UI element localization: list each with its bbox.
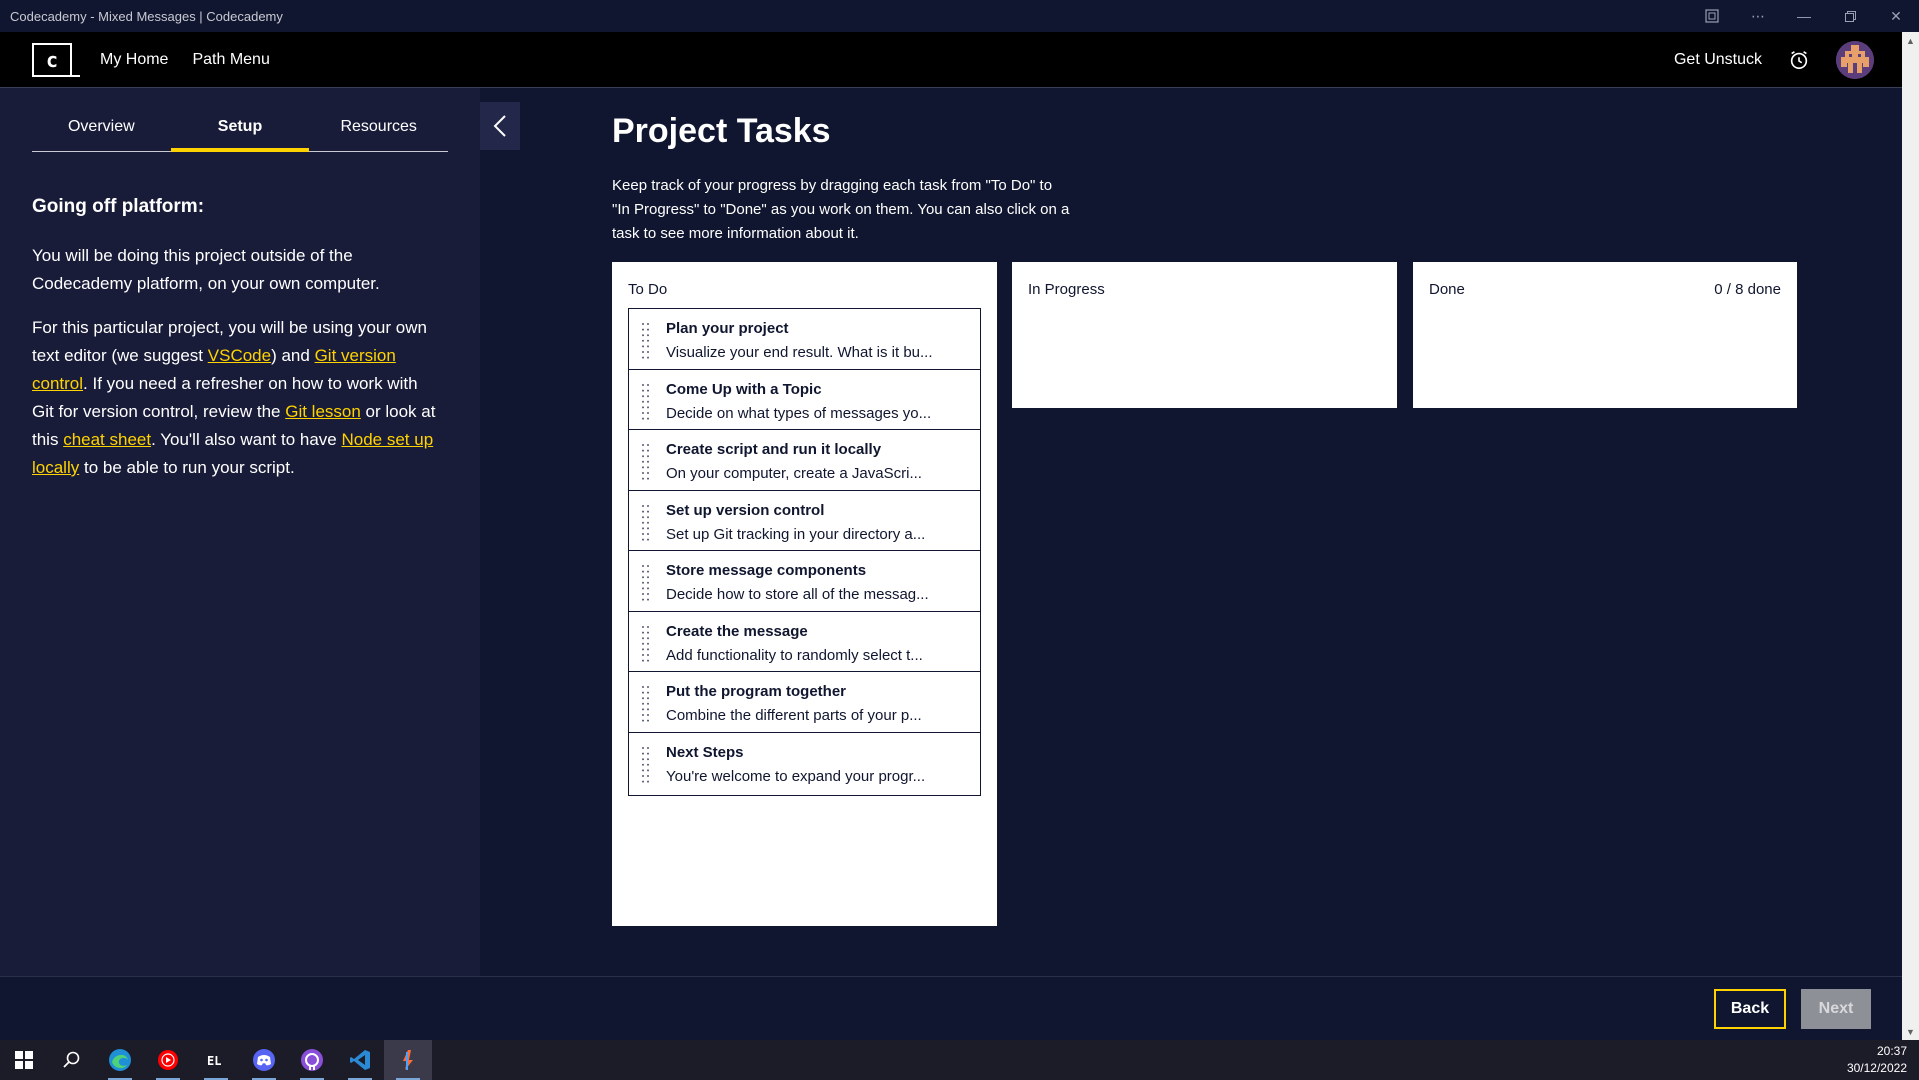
postman-icon[interactable] [384, 1040, 432, 1080]
task-card[interactable]: Next Steps You're welcome to expand your … [628, 731, 981, 796]
youtube-music-icon[interactable] [144, 1040, 192, 1080]
edge-icon[interactable] [96, 1040, 144, 1080]
electron-app-icon[interactable]: EL [192, 1040, 240, 1080]
drag-handle-icon[interactable] [641, 624, 651, 664]
task-card[interactable]: Set up version control Set up Git trackin… [628, 489, 981, 554]
task-title: Plan your project [666, 320, 789, 337]
task-description: Combine the different parts of your p... [666, 707, 922, 724]
task-title: Create script and run it locally [666, 441, 882, 458]
minimize-icon[interactable]: — [1781, 0, 1827, 32]
scroll-down-icon[interactable]: ▼ [1902, 1023, 1919, 1040]
task-description: Decide how to store all of the messag... [666, 586, 929, 603]
scroll-up-icon[interactable]: ▲ [1902, 32, 1919, 49]
para-text: to be able to run your script. [79, 458, 295, 477]
tab-setup[interactable]: Setup [170, 88, 310, 152]
drag-handle-icon[interactable] [641, 745, 651, 785]
windows-taskbar: EL 20:37 30/12/2022 [0, 1040, 1919, 1080]
window-title: Codecademy - Mixed Messages | Codecademy [10, 8, 283, 24]
task-card[interactable]: Create script and run it locally On your … [628, 429, 981, 493]
page-scrollbar[interactable]: ▲ ▼ [1902, 32, 1919, 1040]
setup-content: Going off platform: You will be doing th… [32, 196, 442, 498]
collapse-panel-button[interactable] [480, 102, 520, 150]
page-title: Project Tasks [612, 112, 831, 150]
window-controls: ⋯ — ✕ [1689, 0, 1919, 32]
task-description: Decide on what types of messages yo... [666, 404, 932, 422]
app-header: c My Home Path Menu Get Unstuck [0, 32, 1902, 88]
tab-resources[interactable]: Resources [309, 88, 448, 151]
svg-text:EL: EL [207, 1054, 221, 1068]
chevron-left-icon [493, 115, 506, 137]
tab-overview[interactable]: Overview [32, 88, 171, 151]
window-titlebar: Codecademy - Mixed Messages | Codecademy… [0, 0, 1919, 32]
column-in-progress[interactable]: In Progress [1012, 262, 1397, 408]
avatar[interactable] [1836, 41, 1874, 79]
close-icon[interactable]: ✕ [1873, 0, 1919, 32]
task-description: Visualize your end result. What is it bu… [666, 344, 933, 361]
drag-handle-icon[interactable] [641, 503, 651, 543]
task-title: Store message components [666, 562, 867, 579]
done-count: 0 / 8 done [1714, 281, 1781, 298]
para-text: . You'll also want to have [151, 430, 342, 449]
github-desktop-icon[interactable] [288, 1040, 336, 1080]
task-card[interactable]: Come Up with a Topic Decide on what types… [628, 368, 981, 433]
column-done[interactable]: Done 0 / 8 done [1413, 262, 1797, 408]
back-button[interactable]: Back [1714, 989, 1786, 1029]
page-description: Keep track of your progress by dragging … [612, 177, 1070, 242]
setup-heading: Going off platform: [32, 196, 205, 217]
get-unstuck-button[interactable]: Get Unstuck [1674, 51, 1762, 69]
task-title: Next Steps [666, 743, 744, 761]
drag-handle-icon[interactable] [641, 442, 651, 482]
task-title: Set up version control [666, 501, 825, 519]
restore-icon[interactable] [1827, 0, 1873, 32]
clock-date: 30/12/2022 [1846, 1061, 1907, 1075]
task-description: On your computer, create a JavaScri... [666, 465, 922, 482]
drag-handle-icon[interactable] [641, 382, 651, 422]
panel-tabs: Overview Setup Resources [32, 88, 448, 152]
column-done-title: Done [1429, 281, 1465, 298]
git-lesson-link[interactable]: Git lesson [285, 402, 361, 421]
logo-text: c [45, 47, 59, 72]
column-in-progress-title: In Progress [1028, 281, 1105, 298]
task-card[interactable]: Put the program together Combine the diff… [628, 671, 981, 735]
task-description: Add functionality to randomly select t..… [666, 646, 923, 664]
column-todo[interactable]: To Do Plan your project Visualize your en… [612, 262, 997, 926]
next-button[interactable]: Next [1801, 989, 1871, 1029]
system-clock[interactable]: 20:37 30/12/2022 [1847, 1040, 1907, 1080]
task-description: Set up Git tracking in your directory a.… [666, 525, 926, 543]
left-panel: Overview Setup Resources Going off platf… [0, 88, 520, 976]
nav-my-home[interactable]: My Home [100, 51, 168, 69]
column-todo-title: To Do [628, 281, 668, 298]
clock-time: 20:37 [1876, 1044, 1907, 1058]
task-card[interactable]: Store message components Decide how to st… [628, 550, 981, 614]
setup-paragraph-2: For this particular project, you will be… [32, 314, 442, 482]
drag-handle-icon[interactable] [641, 563, 651, 603]
search-icon[interactable] [48, 1040, 96, 1080]
collections-icon[interactable] [1689, 0, 1735, 32]
para-text: ) and [271, 346, 315, 365]
task-card[interactable]: Plan your project Visualize your end resu… [628, 308, 981, 372]
discord-icon[interactable] [240, 1040, 288, 1080]
task-description: You're welcome to expand your progr... [666, 767, 926, 785]
alarm-clock-icon[interactable] [1788, 49, 1810, 71]
task-title: Create the message [666, 622, 808, 640]
header-right: Get Unstuck [1674, 32, 1874, 88]
cheat-sheet-link[interactable]: cheat sheet [63, 430, 151, 449]
start-icon[interactable] [0, 1040, 48, 1080]
task-card[interactable]: Create the message Add functionality to r… [628, 610, 981, 675]
footer-bar: Back Next [0, 976, 1902, 1040]
vscode-link[interactable]: VSCode [208, 346, 271, 365]
codecademy-logo[interactable]: c [32, 42, 80, 77]
nav-path-menu[interactable]: Path Menu [192, 51, 269, 69]
vscode-icon[interactable] [336, 1040, 384, 1080]
setup-paragraph-1: You will be doing this project outside o… [32, 246, 380, 293]
drag-handle-icon[interactable] [641, 321, 651, 361]
more-options-icon[interactable]: ⋯ [1735, 0, 1781, 32]
task-title: Come Up with a Topic [666, 380, 822, 398]
drag-handle-icon[interactable] [641, 684, 651, 724]
task-title: Put the program together [666, 683, 847, 700]
